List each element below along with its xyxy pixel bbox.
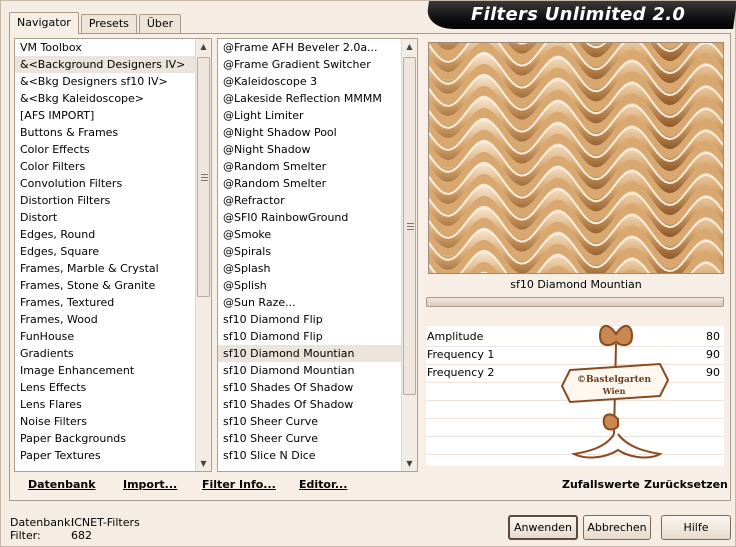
param-name: Frequency 1 [427,348,495,361]
filter-item[interactable]: sf10 Sheer Curve [218,430,401,447]
category-item[interactable]: Paper Textures [15,447,195,464]
scroll-down-arrow-icon[interactable]: ▼ [402,456,417,471]
filter-count-label: Filter: [10,529,41,542]
filter-item[interactable]: @Random Smelter [218,158,401,175]
watermark-text-2: Wien [602,386,626,396]
filter-item[interactable]: @Spirals [218,243,401,260]
param-value: 90 [706,348,720,361]
category-item[interactable]: Distortion Filters [15,192,195,209]
category-item[interactable]: Image Enhancement [15,362,195,379]
tab-navigator[interactable]: Navigator [9,12,79,34]
db-label: Datenbank: [10,516,75,529]
category-item[interactable]: Edges, Square [15,243,195,260]
param-name: Amplitude [427,330,484,343]
filter-list[interactable]: @Frame AFH Beveler 2.0a... @Frame Gradien… [217,38,418,472]
filter-item[interactable]: sf10 Slice N Dice [218,447,401,464]
filter-item[interactable]: @Smoke [218,226,401,243]
app-title: Filters Unlimited 2.0 [471,4,686,25]
category-item[interactable]: &<Background Designers IV> [15,56,195,73]
category-item[interactable]: FunHouse [15,328,195,345]
scroll-thumb[interactable] [403,57,416,395]
filter-item[interactable]: sf10 Shades Of Shadow [218,396,401,413]
preview-filter-name: sf10 Diamond Mountian [510,278,642,291]
category-item[interactable]: Convolution Filters [15,175,195,192]
scroll-up-arrow-icon[interactable]: ▲ [402,39,417,54]
filter-items: @Frame AFH Beveler 2.0a... @Frame Gradien… [218,39,401,471]
tab-presets[interactable]: Presets [80,14,137,33]
category-item[interactable]: Edges, Round [15,226,195,243]
scroll-down-arrow-icon[interactable]: ▼ [196,456,211,471]
category-item[interactable]: [AFS IMPORT] [15,107,195,124]
category-items: VM Toolbox &<Background Designers IV> &<Bk… [15,39,195,471]
category-item[interactable]: Frames, Wood [15,311,195,328]
filter-item[interactable]: @Frame Gradient Switcher [218,56,401,73]
filter-scrollbar[interactable]: ▲ ▼ [401,39,417,471]
filter-item[interactable]: @Night Shadow Pool [218,124,401,141]
help-button[interactable]: Hilfe [661,515,731,540]
category-item[interactable]: Frames, Marble & Crystal [15,260,195,277]
category-item[interactable]: Buttons & Frames [15,124,195,141]
apply-button[interactable]: Anwenden [508,515,578,540]
filter-item[interactable]: @Splish [218,277,401,294]
category-item[interactable]: Color Effects [15,141,195,158]
filter-item[interactable]: sf10 Diamond Mountian [218,362,401,379]
watermark-text-1: ©Bastelgarten [577,375,652,385]
category-item[interactable]: Lens Effects [15,379,195,396]
db-value: ICNET-Filters [71,516,140,529]
filter-item[interactable]: @Night Shadow [218,141,401,158]
filter-item[interactable]: sf10 Diamond Flip [218,328,401,345]
random-values-button[interactable]: Zufallswerte [562,476,640,494]
filter-item[interactable]: @Random Smelter [218,175,401,192]
category-scrollbar[interactable]: ▲ ▼ [195,39,211,471]
preview-slider[interactable] [426,297,724,307]
category-item[interactable]: Frames, Textured [15,294,195,311]
category-item[interactable]: Paper Backgrounds [15,430,195,447]
navigator-panel: VM Toolbox &<Background Designers IV> &<Bk… [9,33,731,501]
filter-item[interactable]: @Refractor [218,192,401,209]
filter-item[interactable]: sf10 Diamond Flip [218,311,401,328]
category-list[interactable]: VM Toolbox &<Background Designers IV> &<Bk… [14,38,212,472]
filter-item[interactable]: @Light Limiter [218,107,401,124]
filters-unlimited-window: Navigator Presets Über Filters Unlimited… [0,0,736,547]
filter-item[interactable]: @Kaleidoscope 3 [218,73,401,90]
reset-button[interactable]: Zurücksetzen [644,476,728,494]
filter-item[interactable]: @Sun Raze... [218,294,401,311]
filter-item[interactable]: @Lakeside Reflection MMMM [218,90,401,107]
category-item[interactable]: Noise Filters [15,413,195,430]
filter-item[interactable]: sf10 Diamond Mountian [218,345,401,362]
filter-count-value: 682 [71,529,92,542]
import-button[interactable]: Import... [123,476,177,494]
filter-item[interactable]: @Splash [218,260,401,277]
category-item[interactable]: Gradients [15,345,195,362]
category-item[interactable]: Distort [15,209,195,226]
category-item[interactable]: &<Bkg Kaleidoscope> [15,90,195,107]
filter-item[interactable]: @SFI0 RainbowGround [218,209,401,226]
database-button[interactable]: Datenbank [28,476,96,494]
parameter-panel: Amplitude 80 Frequency 1 90 Frequency 2 … [426,325,724,466]
filter-item[interactable]: @Frame AFH Beveler 2.0a... [218,39,401,56]
tab-about[interactable]: Über [138,14,182,33]
category-item[interactable]: Color Filters [15,158,195,175]
filter-item[interactable]: sf10 Shades Of Shadow [218,379,401,396]
scroll-thumb[interactable] [197,57,210,297]
category-item[interactable]: Frames, Stone & Granite [15,277,195,294]
filter-item[interactable]: sf10 Sheer Curve [218,413,401,430]
preview-image [429,43,723,273]
scroll-up-arrow-icon[interactable]: ▲ [196,39,211,54]
category-item[interactable]: VM Toolbox [15,39,195,56]
category-item[interactable]: &<Bkg Designers sf10 IV> [15,73,195,90]
category-item[interactable]: Lens Flares [15,396,195,413]
filter-info-button[interactable]: Filter Info... [202,476,276,494]
filter-preview [428,42,724,274]
param-name: Frequency 2 [427,366,495,379]
param-value: 80 [706,330,720,343]
cancel-button[interactable]: Abbrechen [583,515,651,540]
editor-button[interactable]: Editor... [299,476,347,494]
tab-strip: Navigator Presets Über [9,11,183,34]
watermark-logo: ©Bastelgarten Wien [560,325,670,459]
param-value: 90 [706,366,720,379]
